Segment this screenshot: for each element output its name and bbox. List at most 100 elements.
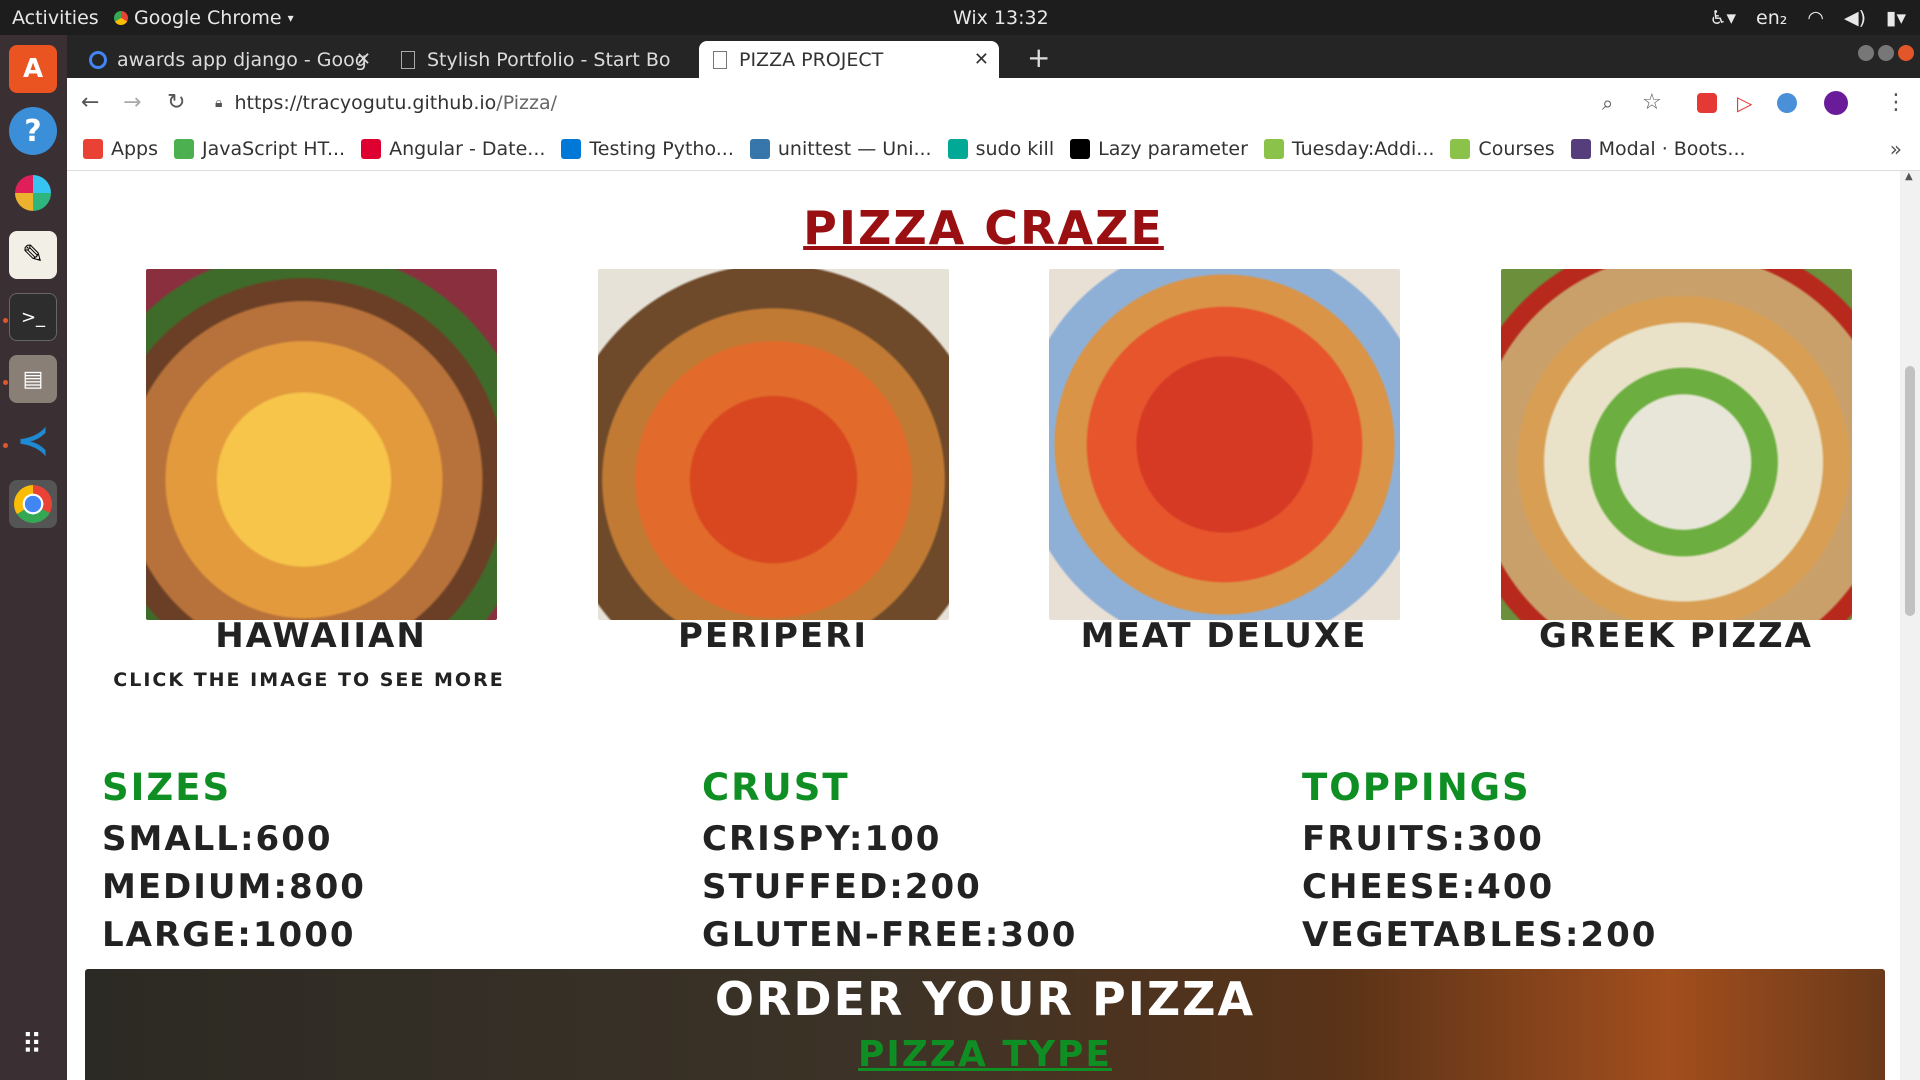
bookmark-item[interactable]: Modal · Boots... bbox=[1570, 138, 1746, 160]
bookmark-item[interactable]: JavaScript HT... bbox=[174, 138, 345, 160]
pizza-image-hawaiian[interactable] bbox=[146, 269, 497, 620]
scrollbar-thumb[interactable] bbox=[1905, 366, 1915, 616]
pizza-image-meat-deluxe[interactable] bbox=[1049, 269, 1400, 620]
system-tray[interactable]: ♿▾ en₂ ◠ ◀) ▮▾ bbox=[1709, 7, 1906, 29]
window-controls[interactable] bbox=[1858, 45, 1914, 61]
price-item: GLUTEN-FREE:300 bbox=[702, 915, 1078, 955]
price-item: CRISPY:100 bbox=[702, 819, 942, 859]
pizza-name: HAWAIIAN bbox=[215, 616, 427, 656]
accessibility-icon[interactable]: ♿▾ bbox=[1709, 7, 1736, 29]
software-center-icon[interactable]: A bbox=[9, 45, 57, 93]
scrollbar[interactable]: ▲ bbox=[1900, 171, 1920, 1080]
maximize-icon[interactable] bbox=[1878, 45, 1894, 61]
bookmark-label: sudo kill bbox=[975, 137, 1055, 160]
bookmark-item[interactable]: sudo kill bbox=[947, 137, 1055, 160]
bookmark-label: Lazy parameter bbox=[1098, 137, 1248, 160]
toolbar: ← → ↻ 🔒︎ https://tracyogutu.github.io/Pi… bbox=[67, 78, 1920, 127]
pizza-type-heading: PIZZA TYPE bbox=[858, 1034, 1112, 1075]
dock: A ? ✎ >_ ▤ ≺ ⠿ bbox=[0, 35, 67, 1080]
bookmark-item[interactable]: Testing Pytho... bbox=[561, 137, 734, 160]
menu-icon[interactable]: ⋮ bbox=[1885, 90, 1907, 115]
bookmark-label: Testing Pytho... bbox=[589, 137, 734, 160]
clock[interactable]: Wix 13:32 bbox=[953, 7, 1049, 29]
close-icon[interactable]: ✕ bbox=[974, 49, 989, 70]
tree-icon bbox=[1450, 138, 1471, 159]
pizza-image-greek[interactable] bbox=[1501, 269, 1852, 620]
help-icon[interactable]: ? bbox=[9, 107, 57, 155]
battery-icon: ▮▾ bbox=[1886, 6, 1906, 29]
price-item: CHEESE:400 bbox=[1302, 867, 1555, 907]
app-menu[interactable]: Google Chrome ▾ bbox=[114, 7, 294, 29]
bookmark-item[interactable]: Lazy parameter bbox=[1070, 138, 1248, 160]
minimize-icon[interactable] bbox=[1858, 45, 1874, 61]
pizza-name: MEAT DELUXE bbox=[1080, 616, 1368, 656]
star-icon[interactable]: ☆ bbox=[1642, 90, 1662, 115]
language-indicator[interactable]: en₂ bbox=[1756, 7, 1787, 29]
extension-icon[interactable] bbox=[1777, 92, 1797, 113]
pizza-image-periperi[interactable] bbox=[598, 269, 949, 620]
reload-icon[interactable]: ↻ bbox=[167, 90, 185, 115]
zoom-icon[interactable]: ⌕ bbox=[1602, 91, 1613, 115]
price-item: MEDIUM:800 bbox=[102, 867, 366, 907]
close-icon[interactable]: ✕ bbox=[356, 49, 371, 70]
bookmarks-bar: Apps JavaScript HT... Angular - Date... Tes… bbox=[67, 127, 1920, 171]
tab-title: PIZZA PROJECT bbox=[739, 48, 884, 71]
pizza-name: GREEK PIZZA bbox=[1539, 616, 1813, 656]
tab-awards[interactable]: awards app django - Goog ✕ bbox=[75, 41, 381, 78]
system-top-bar: Activities Google Chrome ▾ Wix 13:32 ♿▾ … bbox=[0, 0, 1920, 35]
url-host: https://tracyogutu.github.io bbox=[234, 92, 497, 114]
bookmark-label: Apps bbox=[111, 137, 159, 160]
price-item: VEGETABLES:200 bbox=[1302, 915, 1658, 955]
back-icon[interactable]: ← bbox=[81, 90, 99, 115]
chrome-dock-icon[interactable] bbox=[9, 480, 57, 528]
vscode-icon[interactable]: ≺ bbox=[9, 417, 57, 465]
scroll-up-icon[interactable]: ▲ bbox=[1905, 171, 1913, 182]
gear-icon bbox=[947, 138, 968, 159]
bookmark-item[interactable]: Apps bbox=[83, 138, 158, 160]
terminal-icon[interactable]: >_ bbox=[9, 293, 57, 341]
medium-icon bbox=[1070, 138, 1091, 159]
toppings-section: TOPPINGS FRUITS:300 CHEESE:400 VEGETABLE… bbox=[1302, 766, 1862, 963]
slack-icon[interactable] bbox=[9, 169, 57, 217]
avatar[interactable] bbox=[1824, 90, 1848, 115]
bootstrap-icon bbox=[1570, 138, 1591, 159]
bookmark-item[interactable]: unittest — Uni... bbox=[749, 137, 932, 160]
address-bar[interactable]: 🔒︎ https://tracyogutu.github.io/Pizza/ bbox=[215, 87, 1655, 119]
text-editor-icon[interactable]: ✎ bbox=[9, 231, 57, 279]
sizes-section: SIZES SMALL:600 MEDIUM:800 LARGE:1000 bbox=[102, 766, 662, 963]
show-apps-icon[interactable]: ⠿ bbox=[9, 1020, 57, 1068]
tab-pizza-project[interactable]: PIZZA PROJECT ✕ bbox=[699, 41, 999, 78]
browser-window: awards app django - Goog ✕ Stylish Portf… bbox=[67, 35, 1920, 171]
bookmark-label: unittest — Uni... bbox=[777, 137, 932, 160]
bookmark-item[interactable]: Courses bbox=[1450, 138, 1555, 160]
crust-section: CRUST CRISPY:100 STUFFED:200 GLUTEN-FREE… bbox=[702, 766, 1262, 963]
order-title: ORDER YOUR PIZZA bbox=[714, 972, 1256, 1026]
apps-grid-icon bbox=[83, 138, 103, 159]
price-item: SMALL:600 bbox=[102, 819, 333, 859]
page-title: PIZZA CRAZE bbox=[803, 201, 1164, 255]
volume-icon: ◀) bbox=[1843, 6, 1866, 29]
close-window-icon[interactable] bbox=[1898, 45, 1914, 61]
more-bookmarks-icon[interactable]: » bbox=[1890, 137, 1902, 161]
extension-icon[interactable] bbox=[1697, 92, 1717, 113]
bookmark-item[interactable]: Angular - Date... bbox=[361, 138, 545, 160]
tree-icon bbox=[1263, 138, 1284, 159]
files-icon[interactable]: ▤ bbox=[9, 355, 57, 403]
tab-title: awards app django - Goog bbox=[117, 48, 367, 71]
page-content: PIZZA CRAZE HAWAIIAN PERIPERI MEAT DELUX… bbox=[67, 171, 1900, 1080]
page-icon bbox=[713, 50, 727, 69]
forward-icon[interactable]: → bbox=[123, 90, 141, 115]
tab-title: Stylish Portfolio - Start Bo bbox=[427, 48, 671, 71]
activities-button[interactable]: Activities bbox=[12, 7, 99, 29]
chrome-icon bbox=[114, 10, 128, 25]
tab-strip: awards app django - Goog ✕ Stylish Portf… bbox=[67, 35, 1920, 78]
lock-icon: 🔒︎ bbox=[215, 95, 223, 111]
bookmark-label: Angular - Date... bbox=[389, 137, 546, 160]
vscode-icon bbox=[561, 138, 582, 159]
click-hint: CLICK THE IMAGE TO SEE MORE bbox=[113, 669, 505, 691]
bookmark-item[interactable]: Tuesday:Addi... bbox=[1263, 138, 1434, 160]
chevron-down-icon: ▾ bbox=[287, 10, 294, 25]
extension-icon[interactable]: ▷ bbox=[1737, 91, 1752, 115]
new-tab-button[interactable]: + bbox=[1027, 41, 1050, 74]
section-title: TOPPINGS bbox=[1302, 766, 1531, 809]
